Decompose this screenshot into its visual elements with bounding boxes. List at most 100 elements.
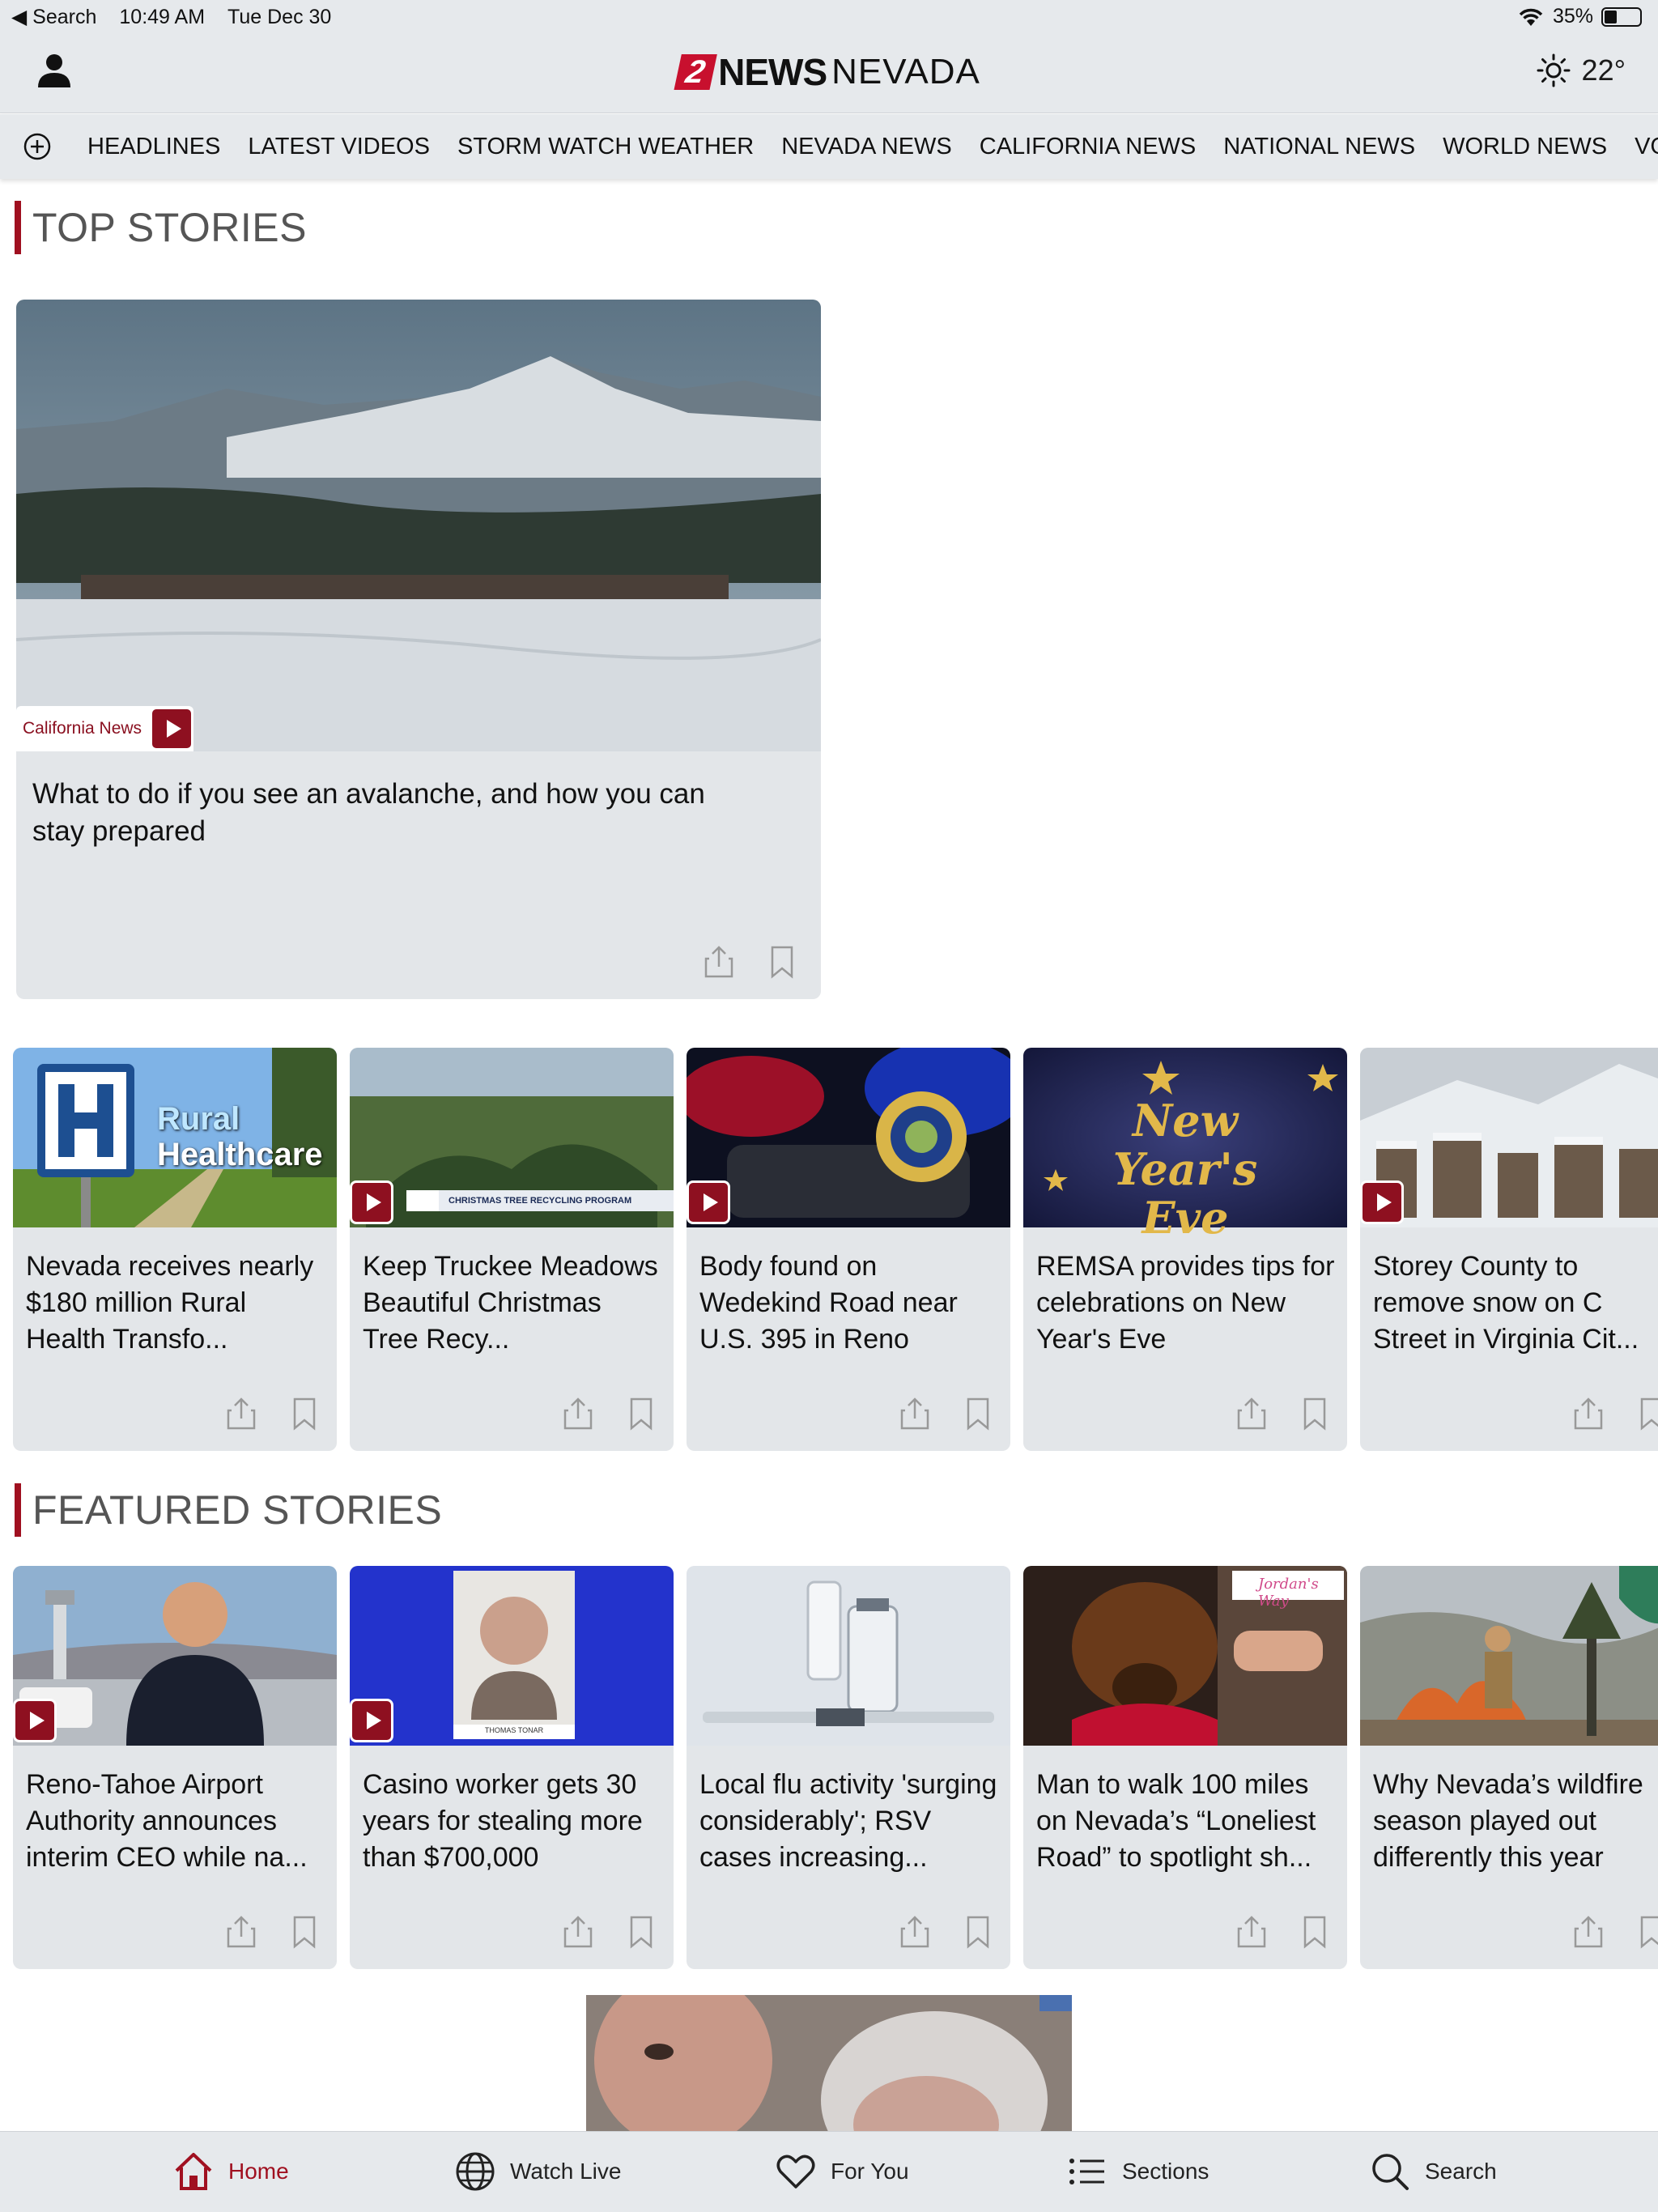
story-image: [13, 1566, 337, 1746]
story-title[interactable]: Man to walk 100 miles on Nevada’s “Lonel…: [1036, 1767, 1336, 1877]
top-stories-title: TOP STORIES: [15, 201, 307, 254]
app-header: 2 NEWS NEVADA 22°: [0, 32, 1658, 113]
bookmark-icon[interactable]: [288, 1396, 321, 1431]
story-actions: [899, 1914, 994, 1950]
heart-icon: [776, 2155, 815, 2189]
hero-image: [16, 300, 821, 751]
play-video-icon[interactable]: [13, 1699, 57, 1742]
featured-card-flu-activity[interactable]: Local flu activity 'surging considerably…: [687, 1566, 1010, 1969]
bottom-tab-bar: Home Watch Live For You Sections Search: [0, 2131, 1658, 2212]
globe-icon: [456, 2152, 495, 2191]
play-video-icon[interactable]: [350, 1699, 393, 1742]
ad-image: [586, 1995, 1072, 2131]
story-title[interactable]: Nevada receives nearly $180 million Rura…: [26, 1249, 325, 1359]
hero-actions: [703, 944, 798, 980]
bookmark-icon[interactable]: [1635, 1396, 1658, 1431]
play-video-icon[interactable]: [150, 707, 194, 751]
play-video-icon[interactable]: [687, 1180, 730, 1224]
play-video-icon[interactable]: [1360, 1180, 1404, 1224]
share-icon[interactable]: [703, 944, 735, 980]
share-icon[interactable]: [1235, 1396, 1268, 1431]
add-section-icon[interactable]: [23, 132, 52, 161]
story-actions: [1235, 1914, 1331, 1950]
story-card-christmas-tree[interactable]: CHRISTMAS TREE RECYCLING PROGRAM Keep Tr…: [350, 1048, 674, 1451]
tab-sections-label: Sections: [1122, 2159, 1209, 2184]
hero-story-title[interactable]: What to do if you see an avalanche, and …: [32, 776, 761, 850]
bookmark-icon[interactable]: [625, 1914, 657, 1950]
story-actions: [899, 1396, 994, 1431]
section-nav: HEADLINES LATEST VIDEOS STORM WATCH WEAT…: [0, 114, 1658, 179]
featured-card-casino-worker[interactable]: THOMAS TONAR Casino worker gets 30 years…: [350, 1566, 674, 1969]
bookmark-icon[interactable]: [1299, 1396, 1331, 1431]
battery-fill: [1605, 10, 1617, 23]
app-logo[interactable]: 2 NEWS NEVADA: [674, 50, 980, 94]
story-title[interactable]: Keep Truckee Meadows Beautiful Christmas…: [363, 1249, 662, 1359]
bookmark-icon[interactable]: [288, 1914, 321, 1950]
featured-card-airport[interactable]: Reno-Tahoe Airport Authority announces i…: [13, 1566, 337, 1969]
status-bar: ◀ Search 10:49 AM Tue Dec 30 35%: [0, 0, 1658, 32]
share-icon[interactable]: [1572, 1396, 1605, 1431]
nav-storm-watch-weather[interactable]: STORM WATCH WEATHER: [457, 134, 754, 160]
share-icon[interactable]: [225, 1396, 257, 1431]
hero-story-card[interactable]: California News What to do if you see an…: [16, 300, 821, 999]
story-title[interactable]: Casino worker gets 30 years for stealing…: [363, 1767, 662, 1877]
story-card-body-found[interactable]: Body found on Wedekind Road near U.S. 39…: [687, 1048, 1010, 1451]
share-icon[interactable]: [225, 1914, 257, 1950]
share-icon[interactable]: [1235, 1914, 1268, 1950]
bookmark-icon[interactable]: [625, 1396, 657, 1431]
tab-sections[interactable]: Sections: [1065, 2150, 1209, 2193]
nav-latest-videos[interactable]: LATEST VIDEOS: [248, 134, 430, 160]
search-icon: [1372, 2154, 1409, 2190]
nav-world-news[interactable]: WORLD NEWS: [1443, 134, 1607, 160]
featured-card-wildfire[interactable]: Why Nevada’s wildfire season played out …: [1360, 1566, 1658, 1969]
share-icon[interactable]: [1572, 1914, 1605, 1950]
share-icon[interactable]: [899, 1914, 931, 1950]
nav-national-news[interactable]: NATIONAL NEWS: [1223, 134, 1415, 160]
story-actions: [562, 1396, 657, 1431]
battery-percentage: 35%: [1552, 5, 1593, 28]
mugshot-caption: THOMAS TONAR: [484, 1726, 544, 1734]
bookmark-icon[interactable]: [1299, 1914, 1331, 1950]
tab-for-you[interactable]: For You: [774, 2150, 909, 2193]
share-icon[interactable]: [899, 1396, 931, 1431]
story-image: [350, 1566, 674, 1746]
nav-nevada-news[interactable]: NEVADA NEWS: [781, 134, 952, 160]
story-actions: [1572, 1914, 1658, 1950]
back-to-search-link[interactable]: ◀ Search: [11, 5, 96, 29]
weather-widget[interactable]: 22°: [1537, 53, 1626, 87]
bookmark-icon[interactable]: [962, 1914, 994, 1950]
featured-stories-title: FEATURED STORIES: [15, 1483, 442, 1537]
tab-search[interactable]: Search: [1368, 2150, 1497, 2193]
story-card-new-years-eve[interactable]: New Year's Eve REMSA provides tips for c…: [1023, 1048, 1347, 1451]
nav-headlines[interactable]: HEADLINES: [87, 134, 220, 160]
story-title[interactable]: Reno-Tahoe Airport Authority announces i…: [26, 1767, 325, 1877]
play-video-icon[interactable]: [350, 1180, 393, 1224]
story-title[interactable]: Storey County to remove snow on C Street…: [1373, 1249, 1658, 1359]
story-image: [687, 1566, 1010, 1746]
tab-home[interactable]: Home: [172, 2150, 289, 2193]
share-icon[interactable]: [562, 1914, 594, 1950]
nav-california-news[interactable]: CALIFORNIA NEWS: [980, 134, 1197, 160]
story-title[interactable]: Why Nevada’s wildfire season played out …: [1373, 1767, 1658, 1877]
home-icon: [175, 2153, 212, 2190]
logo-news: NEWS: [718, 51, 827, 93]
advertisement-banner[interactable]: [586, 1995, 1072, 2131]
featured-card-loneliest-road[interactable]: Jordan's Way Man to walk 100 miles on Ne…: [1023, 1566, 1347, 1969]
story-title[interactable]: Body found on Wedekind Road near U.S. 39…: [699, 1249, 999, 1359]
tab-watch-live-label: Watch Live: [510, 2159, 622, 2184]
story-card-rural-health[interactable]: Rural Healthcare Nevada receives nearly …: [13, 1048, 337, 1451]
bookmark-icon[interactable]: [766, 944, 798, 980]
story-actions: [562, 1914, 657, 1950]
profile-icon[interactable]: [34, 50, 74, 91]
bookmark-icon[interactable]: [1635, 1914, 1658, 1950]
share-icon[interactable]: [562, 1396, 594, 1431]
story-card-storey-county[interactable]: Storey County to remove snow on C Street…: [1360, 1048, 1658, 1451]
wifi-icon: [1519, 8, 1543, 26]
story-image: [687, 1048, 1010, 1227]
nav-vote[interactable]: VOT: [1635, 134, 1658, 160]
tab-watch-live[interactable]: Watch Live: [453, 2150, 621, 2193]
story-title[interactable]: Local flu activity 'surging considerably…: [699, 1767, 999, 1877]
bookmark-icon[interactable]: [962, 1396, 994, 1431]
story-title[interactable]: REMSA provides tips for celebrations on …: [1036, 1249, 1336, 1359]
rural-healthcare-image-text: Rural Healthcare: [157, 1101, 323, 1172]
